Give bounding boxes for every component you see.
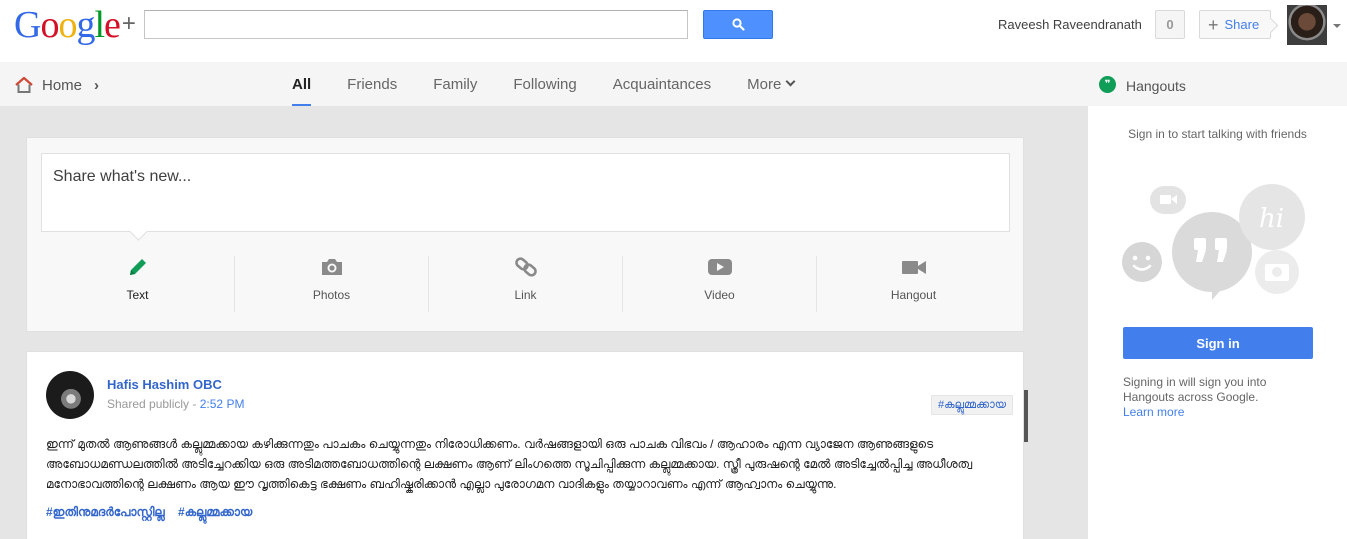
tab-following[interactable]: Following [513,62,576,106]
search-icon [731,18,745,31]
share-hangout-label: Hangout [890,288,937,302]
logo-plus: + [121,10,136,37]
tab-more[interactable]: More [747,62,796,106]
post-meta: Shared publicly - 2:52 PM [107,397,244,411]
plus-icon: + [1208,14,1219,35]
search-input[interactable] [144,10,688,39]
share-photos-label: Photos [312,288,351,302]
share-actions: Text Photos Link Video Hangout [41,256,1010,312]
share-text-button[interactable]: Text [41,256,235,312]
pencil-icon [129,259,146,275]
post-time-link[interactable]: 2:52 PM [200,397,245,411]
share-link-button[interactable]: Link [429,256,623,312]
share-whats-new-field[interactable]: Share what's new... [41,153,1010,232]
post-author-name[interactable]: Hafis Hashim OBC [107,377,222,392]
hangouts-panel: ❞ Hangouts Sign in to start talking with… [1088,62,1347,539]
smiley-bubble [1122,242,1162,282]
signin-note-text: Signing in will sign you into Hangouts a… [1123,375,1267,404]
hangouts-subtitle: Sign in to start talking with friends [1128,127,1307,141]
tab-all[interactable]: All [292,62,312,106]
stream-nav-bar: Home › All Friends Family Following Acqu… [0,62,1088,106]
top-bar: Google+ Raveesh Raveendranath 0 + Share [0,0,1347,62]
post-author-avatar[interactable] [46,371,94,419]
camera-icon [321,259,342,275]
hi-text: hi [1259,204,1284,234]
tab-acquaintances-label: Acquaintances [612,76,712,93]
home-menu[interactable]: Home › [14,76,99,94]
account-dropdown-icon[interactable] [1333,24,1341,28]
chevron-down-icon [785,76,796,87]
share-video-label: Video [704,288,735,302]
user-avatar[interactable] [1287,5,1327,45]
tab-family-label: Family [433,76,478,93]
hangouts-icon: ❞ [1099,76,1116,93]
home-label: Home [42,76,83,94]
tab-friends[interactable]: Friends [347,62,397,106]
hangouts-header[interactable]: ❞ Hangouts [1088,62,1347,106]
share-link-label: Link [514,288,537,302]
share-button[interactable]: + Share [1199,10,1271,39]
post-hashtags: #ഇതിനുമദർപോസ്റ്റില്ല #കല്ലുമ്മക്കായ [46,505,262,520]
circle-tabs: All Friends Family Following Acquaintanc… [292,62,830,106]
tab-all-label: All [292,76,312,93]
tab-acquaintances[interactable]: Acquaintances [613,62,711,106]
home-icon [15,76,33,93]
google-plus-logo[interactable]: Google+ [14,4,136,45]
hashtag-link[interactable]: #കല്ലുമ്മക്കായ [178,505,252,519]
tab-friends-label: Friends [347,76,398,93]
search-button[interactable] [703,10,773,39]
tab-following-label: Following [513,76,577,93]
user-name-link[interactable]: Raveesh Raveendranath [998,17,1142,32]
post-hashtag-chip[interactable]: #കല്ലുമ്മക്കായ [931,395,1013,415]
hangouts-illustration: hi [1122,184,1305,300]
share-box: Share what's new... Text Photos Link Vid… [26,137,1024,332]
share-hangout-button[interactable]: Hangout [817,256,1010,312]
share-video-button[interactable]: Video [623,256,817,312]
tab-more-label: More [747,76,782,93]
post-visibility[interactable]: Shared publicly [107,397,189,411]
learn-more-link[interactable]: Learn more [1123,405,1313,420]
post-card: Hafis Hashim OBC Shared publicly - 2:52 … [26,351,1028,539]
share-label: Share [1224,17,1260,32]
chevron-right-icon: › [94,76,100,94]
share-text-label: Text [126,288,149,302]
post-meta-separator: - [192,397,197,411]
notifications-button[interactable]: 0 [1155,10,1185,39]
tab-family[interactable]: Family [433,62,477,106]
link-icon [514,257,537,277]
video-camera-icon [901,261,926,274]
hashtag-link[interactable]: #ഇതിനുമദർപോസ്റ്റില്ല [46,505,165,519]
hangouts-title: Hangouts [1126,78,1186,94]
video-play-icon [707,259,732,275]
signin-note: Signing in will sign you into Hangouts a… [1123,375,1313,420]
share-photos-button[interactable]: Photos [235,256,429,312]
hangouts-signin-button[interactable]: Sign in [1123,327,1313,359]
post-body-text: ഇന്ന് മുതൽ ആണുങ്ങൾ കല്ലുമ്മക്കായ കഴിക്കു… [46,437,973,491]
post-scroll-indicator[interactable] [1024,390,1028,442]
